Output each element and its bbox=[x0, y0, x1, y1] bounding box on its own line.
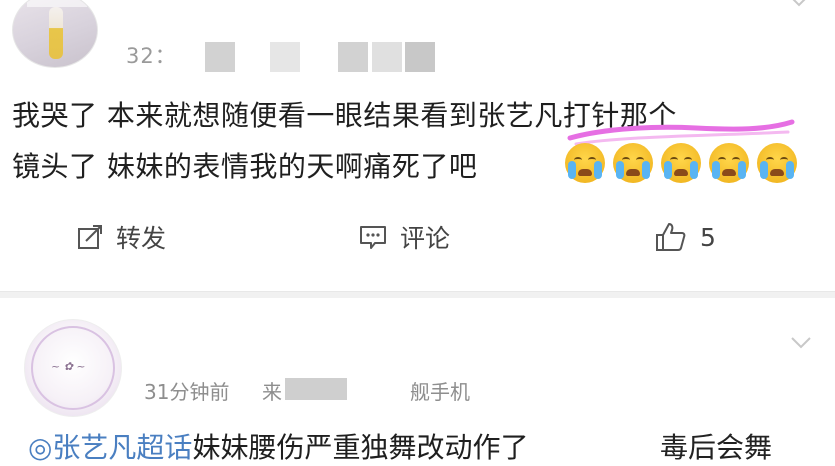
repost-button[interactable]: 转发 bbox=[76, 217, 166, 257]
source-suffix: 舰手机 bbox=[410, 380, 470, 404]
comment-button[interactable]: 评论 bbox=[358, 217, 450, 257]
avatar[interactable] bbox=[12, 0, 98, 68]
crying-face-icon bbox=[613, 143, 653, 183]
repost-icon bbox=[78, 225, 102, 249]
avatar[interactable]: ~ ✿ ~ bbox=[24, 319, 122, 417]
comment-icon bbox=[360, 226, 386, 249]
crying-face-icon bbox=[565, 143, 605, 183]
avatar-sign bbox=[27, 0, 87, 7]
blurred-redaction bbox=[372, 42, 402, 72]
crying-face-icon bbox=[661, 143, 701, 183]
like-button[interactable]: 5 bbox=[654, 217, 716, 257]
source-prefix: 来 bbox=[262, 380, 282, 404]
comment-body: ◎张艺凡超话妹妹腰伤严重独舞改动作了 bbox=[28, 426, 528, 466]
chevron-down-icon[interactable] bbox=[790, 336, 812, 350]
comment-text: 妹妹腰伤严重独舞改动作了 bbox=[192, 431, 529, 464]
comment-label: 评论 bbox=[400, 224, 451, 253]
avatar-figure bbox=[49, 7, 63, 59]
topic-link[interactable]: ◎张艺凡超话 bbox=[28, 431, 192, 464]
comment-body-line-2: 镜头了 妹妹的表情我的天啊痛死了吧 bbox=[12, 150, 478, 183]
comment-time: 31分钟前 bbox=[144, 380, 230, 404]
blurred-redaction bbox=[205, 42, 235, 72]
emoji-row bbox=[565, 143, 797, 183]
repost-label: 转发 bbox=[116, 224, 167, 253]
thumbs-up-icon bbox=[656, 223, 686, 251]
time-separator: ： bbox=[154, 44, 177, 68]
comment-text-trailing: 毒后会舞 bbox=[660, 431, 773, 464]
blurred-redaction bbox=[285, 378, 347, 400]
divider bbox=[0, 291, 835, 298]
time-value: 32 bbox=[126, 44, 155, 68]
chevron-down-icon[interactable] bbox=[788, 0, 810, 8]
highlight-underline bbox=[567, 119, 795, 146]
blurred-redaction bbox=[270, 42, 300, 72]
avatar-logo: ~ ✿ ~ bbox=[51, 360, 86, 373]
blurred-redaction bbox=[405, 42, 435, 72]
crying-face-icon bbox=[709, 143, 749, 183]
like-count: 5 bbox=[700, 222, 716, 252]
crying-face-icon bbox=[757, 143, 797, 183]
blurred-redaction bbox=[338, 42, 368, 72]
comment-time: 32： bbox=[126, 40, 177, 70]
